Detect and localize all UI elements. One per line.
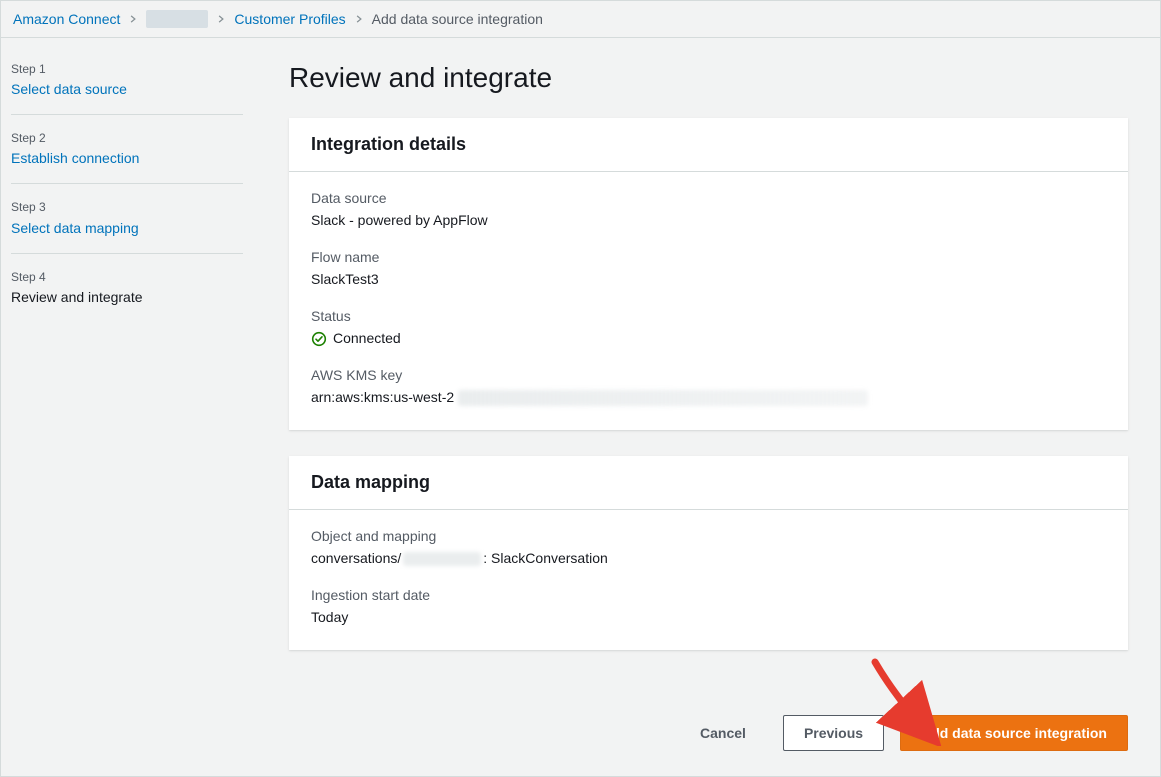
step-number-label: Step 2: [11, 129, 243, 148]
step-number-label: Step 4: [11, 268, 243, 287]
field-label: Status: [311, 308, 1106, 324]
step-number-label: Step 1: [11, 60, 243, 79]
data-mapping-card: Data mapping Object and mapping conversa…: [289, 456, 1128, 650]
breadcrumb: Amazon Connect Customer Profiles Add dat…: [1, 1, 1160, 38]
step-title[interactable]: Establish connection: [11, 148, 243, 169]
field-object-mapping: Object and mapping conversations/ : Slac…: [311, 528, 1106, 569]
mapping-redacted: [403, 552, 481, 566]
wizard-step-4: Step 4 Review and integrate: [11, 260, 243, 322]
status-value-connected: Connected: [311, 328, 1106, 349]
add-data-source-integration-button[interactable]: Add data source integration: [900, 715, 1128, 751]
integration-details-card: Integration details Data source Slack - …: [289, 118, 1128, 430]
field-value: Slack - powered by AppFlow: [311, 210, 1106, 231]
card-header: Integration details: [289, 118, 1128, 172]
breadcrumb-customer-profiles[interactable]: Customer Profiles: [234, 11, 345, 27]
status-text: Connected: [333, 328, 401, 349]
field-label: Flow name: [311, 249, 1106, 265]
card-header: Data mapping: [289, 456, 1128, 510]
chevron-right-icon: [128, 14, 138, 24]
field-label: Object and mapping: [311, 528, 1106, 544]
kms-redacted: [458, 390, 868, 406]
kms-prefix: arn:aws:kms:us-west-2: [311, 387, 454, 408]
check-circle-icon: [311, 331, 327, 347]
card-title: Integration details: [311, 134, 1106, 155]
previous-button[interactable]: Previous: [783, 715, 884, 751]
page-title: Review and integrate: [289, 62, 1128, 94]
wizard-step-2[interactable]: Step 2 Establish connection: [11, 121, 243, 184]
card-title: Data mapping: [311, 472, 1106, 493]
wizard-step-3[interactable]: Step 3 Select data mapping: [11, 190, 243, 253]
field-label: Ingestion start date: [311, 587, 1106, 603]
chevron-right-icon: [216, 14, 226, 24]
field-kms-key: AWS KMS key arn:aws:kms:us-west-2: [311, 367, 1106, 408]
step-title[interactable]: Select data mapping: [11, 218, 243, 239]
breadcrumb-current: Add data source integration: [372, 11, 543, 27]
breadcrumb-instance-redacted[interactable]: [146, 10, 208, 28]
field-value: Today: [311, 607, 1106, 628]
mapping-suffix: : SlackConversation: [483, 548, 608, 569]
field-value: arn:aws:kms:us-west-2: [311, 387, 1106, 408]
wizard-step-1[interactable]: Step 1 Select data source: [11, 52, 243, 115]
wizard-actions: Cancel Previous Add data source integrat…: [289, 695, 1128, 751]
main-content: Review and integrate Integration details…: [261, 38, 1160, 775]
chevron-right-icon: [354, 14, 364, 24]
field-ingestion-date: Ingestion start date Today: [311, 587, 1106, 628]
field-label: AWS KMS key: [311, 367, 1106, 383]
step-title[interactable]: Select data source: [11, 79, 243, 100]
step-number-label: Step 3: [11, 198, 243, 217]
field-value: SlackTest3: [311, 269, 1106, 290]
field-flow-name: Flow name SlackTest3: [311, 249, 1106, 290]
field-value: conversations/ : SlackConversation: [311, 548, 1106, 569]
cancel-button[interactable]: Cancel: [679, 715, 767, 751]
field-label: Data source: [311, 190, 1106, 206]
field-status: Status Connected: [311, 308, 1106, 349]
breadcrumb-root[interactable]: Amazon Connect: [13, 11, 120, 27]
mapping-prefix: conversations/: [311, 548, 401, 569]
field-data-source: Data source Slack - powered by AppFlow: [311, 190, 1106, 231]
step-title-current: Review and integrate: [11, 287, 243, 308]
wizard-steps: Step 1 Select data source Step 2 Establi…: [1, 38, 261, 775]
